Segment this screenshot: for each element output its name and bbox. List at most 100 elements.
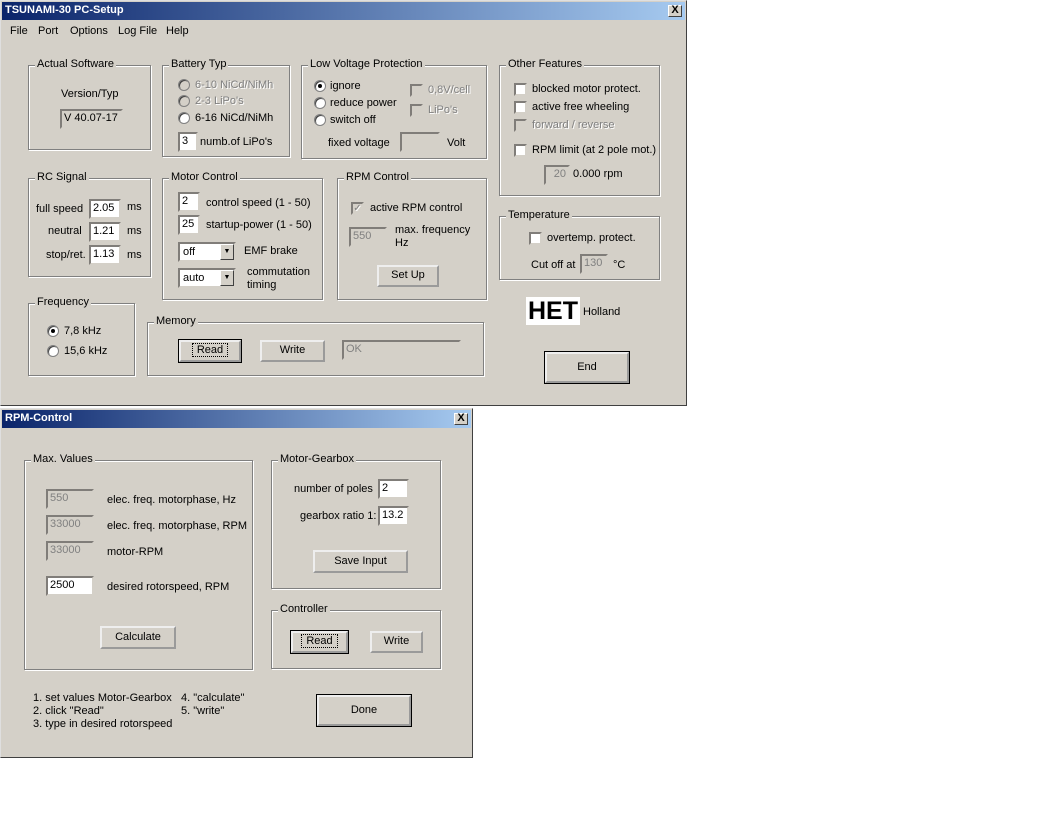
rpm-control-label: RPM Control bbox=[344, 171, 411, 183]
main-close-button[interactable]: X bbox=[668, 5, 682, 17]
elec-freq-hz-label: elec. freq. motorphase, Hz bbox=[107, 494, 237, 506]
version-field: V 40.07-17 bbox=[60, 109, 123, 129]
cut-off-input[interactable]: 130 bbox=[580, 254, 608, 274]
main-window: TSUNAMI-30 PC-Setup X File Port Options … bbox=[0, 0, 687, 406]
neutral-input[interactable]: 1.21 bbox=[89, 222, 121, 242]
motor-control-group: Motor Control 2 control speed (1 - 50) 2… bbox=[162, 171, 323, 300]
gearbox-ratio-label: gearbox ratio 1: bbox=[300, 510, 377, 522]
memory-read-button[interactable]: Read bbox=[178, 339, 242, 363]
elec-freq-rpm-label: elec. freq. motorphase, RPM bbox=[107, 520, 248, 532]
rpm-titlebar[interactable]: RPM-Control X bbox=[2, 410, 471, 428]
battery-radio-nicd-6-16[interactable] bbox=[178, 112, 190, 124]
rpm-limit-input[interactable]: 20 bbox=[544, 165, 570, 185]
emf-brake-select[interactable]: off ▼ bbox=[178, 242, 236, 262]
fixed-voltage-unit: Volt bbox=[447, 137, 466, 149]
commutation-timing-select[interactable]: auto ▼ bbox=[178, 268, 236, 288]
controller-label: Controller bbox=[278, 603, 330, 615]
battery-radio-lipo[interactable] bbox=[178, 95, 190, 107]
lv-reduce-label: reduce power bbox=[330, 97, 397, 109]
active-rpm-checkbox[interactable]: ✓ bbox=[351, 202, 364, 215]
lv-checkbox-lipo[interactable] bbox=[410, 104, 423, 117]
main-titlebar[interactable]: TSUNAMI-30 PC-Setup X bbox=[2, 2, 685, 20]
free-wheeling-label: active free wheeling bbox=[532, 101, 630, 113]
rpm-limit-checkbox[interactable] bbox=[514, 144, 527, 157]
battery-opt3-label: 6-16 NiCd/NiMh bbox=[195, 112, 274, 124]
gearbox-ratio-input[interactable]: 13.2 bbox=[378, 506, 409, 526]
freq-radio-15-6[interactable] bbox=[47, 345, 59, 357]
menu-file[interactable]: File bbox=[10, 25, 28, 37]
frequency-label: Frequency bbox=[35, 296, 91, 308]
motor-rpm-label: motor-RPM bbox=[107, 546, 164, 558]
lipo-count-input[interactable]: 3 bbox=[178, 132, 198, 152]
memory-write-button[interactable]: Write bbox=[260, 340, 325, 362]
lv-ignore-label: ignore bbox=[330, 80, 361, 92]
fixed-voltage-input[interactable] bbox=[400, 132, 440, 152]
stop-label: stop/ret. bbox=[46, 249, 86, 261]
forward-reverse-label: forward / reverse bbox=[532, 119, 615, 131]
version-label: Version/Typ bbox=[61, 88, 119, 100]
commutation-label: commutation bbox=[247, 266, 310, 278]
instruction-2: 2. click "Read" bbox=[33, 705, 104, 717]
commutation-timing-value: auto bbox=[183, 272, 205, 284]
freq-radio-7-8[interactable] bbox=[47, 325, 59, 337]
actual-software-group: Actual Software Version/Typ V 40.07-17 bbox=[28, 58, 151, 150]
rpm-title: RPM-Control bbox=[5, 412, 73, 424]
battery-opt2-label: 2-3 LiPo's bbox=[195, 95, 244, 107]
max-values-group: Max. Values 550 elec. freq. motorphase, … bbox=[24, 453, 253, 670]
rpm-control-group: RPM Control ✓ active RPM control 550 max… bbox=[337, 171, 487, 300]
poles-input[interactable]: 2 bbox=[378, 479, 409, 499]
menu-port[interactable]: Port bbox=[38, 25, 58, 37]
battery-opt1-label: 6-10 NiCd/NiMh bbox=[195, 79, 274, 91]
controller-write-button[interactable]: Write bbox=[370, 631, 423, 653]
motor-rpm-field: 33000 bbox=[46, 541, 94, 561]
battery-radio-nicd-6-10[interactable] bbox=[178, 79, 190, 91]
free-wheeling-checkbox[interactable] bbox=[514, 101, 527, 114]
fixed-voltage-label: fixed voltage bbox=[328, 137, 390, 149]
control-speed-input[interactable]: 2 bbox=[178, 192, 200, 212]
save-input-button[interactable]: Save Input bbox=[313, 550, 408, 573]
desired-rotorspeed-input[interactable]: 2500 bbox=[46, 576, 94, 596]
lv-radio-reduce[interactable] bbox=[314, 97, 326, 109]
desired-rotorspeed-label: desired rotorspeed, RPM bbox=[107, 581, 230, 593]
rc-signal-group: RC Signal full speed 2.05 ms neutral 1.2… bbox=[28, 171, 151, 277]
other-features-group: Other Features blocked motor protect. ac… bbox=[499, 58, 660, 196]
elec-freq-rpm-field: 33000 bbox=[46, 515, 94, 535]
lv-radio-switch-off[interactable] bbox=[314, 114, 326, 126]
het-logo: HET bbox=[526, 297, 580, 325]
setup-button[interactable]: Set Up bbox=[377, 265, 439, 287]
calculate-button[interactable]: Calculate bbox=[100, 626, 176, 649]
menubar: File Port Options Log File Help bbox=[2, 21, 685, 41]
full-speed-input[interactable]: 2.05 bbox=[89, 199, 121, 219]
chevron-down-icon[interactable]: ▼ bbox=[220, 244, 234, 260]
blocked-motor-checkbox[interactable] bbox=[514, 83, 527, 96]
overtemp-checkbox[interactable] bbox=[529, 232, 542, 245]
stop-input[interactable]: 1.13 bbox=[89, 245, 121, 265]
memory-group: Memory Read Write OK bbox=[147, 315, 484, 376]
main-title: TSUNAMI-30 PC-Setup bbox=[5, 4, 124, 16]
rpm-close-button[interactable]: X bbox=[454, 413, 468, 425]
actual-software-label: Actual Software bbox=[35, 58, 117, 70]
menu-options[interactable]: Options bbox=[70, 25, 108, 37]
instruction-3: 3. type in desired rotorspeed bbox=[33, 718, 173, 730]
blocked-motor-label: blocked motor protect. bbox=[532, 83, 641, 95]
lv-radio-ignore[interactable] bbox=[314, 80, 326, 92]
max-frequency-input[interactable]: 550 bbox=[349, 227, 387, 247]
low-voltage-group: Low Voltage Protection ignore reduce pow… bbox=[301, 58, 487, 159]
end-button[interactable]: End bbox=[544, 351, 630, 384]
motor-gearbox-label: Motor-Gearbox bbox=[278, 453, 356, 465]
menu-log-file[interactable]: Log File bbox=[118, 25, 157, 37]
done-button[interactable]: Done bbox=[316, 694, 412, 727]
forward-reverse-checkbox[interactable] bbox=[514, 119, 527, 132]
motor-gearbox-group: Motor-Gearbox number of poles 2 gearbox … bbox=[271, 453, 441, 589]
frequency-group: Frequency 7,8 kHz 15,6 kHz bbox=[28, 296, 135, 376]
menu-help[interactable]: Help bbox=[166, 25, 189, 37]
chevron-down-icon[interactable]: ▼ bbox=[220, 270, 234, 286]
startup-power-input[interactable]: 25 bbox=[178, 215, 200, 235]
lv-checkbox-08v[interactable] bbox=[410, 84, 423, 97]
rc-signal-label: RC Signal bbox=[35, 171, 89, 183]
controller-read-button[interactable]: Read bbox=[290, 630, 349, 654]
elec-freq-hz-field: 550 bbox=[46, 489, 94, 509]
instruction-1: 1. set values Motor-Gearbox bbox=[33, 692, 172, 704]
neutral-label: neutral bbox=[48, 225, 82, 237]
cut-off-label: Cut off at bbox=[531, 259, 576, 271]
